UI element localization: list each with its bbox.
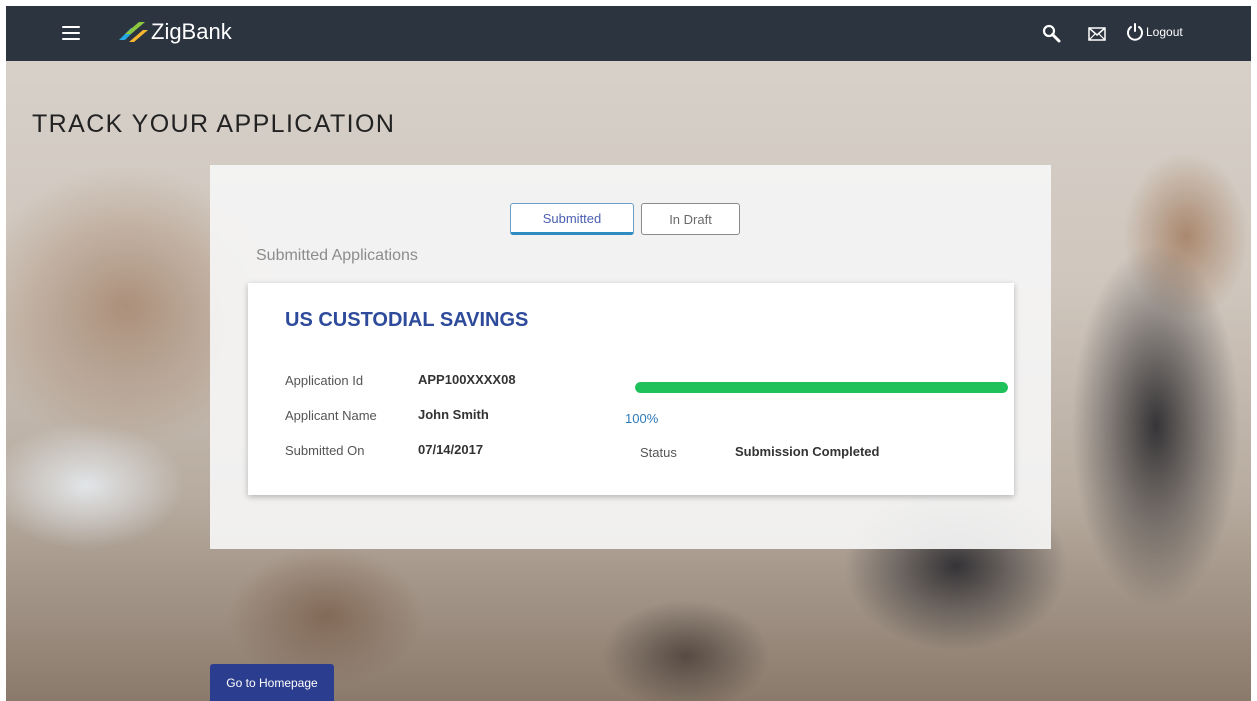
power-icon — [1127, 23, 1143, 41]
application-id-label: Application Id — [285, 373, 364, 388]
application-card[interactable]: US CUSTODIAL SAVINGS Application Id APP1… — [248, 283, 1014, 495]
application-title: US CUSTODIAL SAVINGS — [285, 309, 529, 331]
section-heading: Submitted Applications — [256, 247, 418, 264]
tab-in-draft[interactable]: In Draft — [641, 203, 740, 235]
page-title: TRACK YOUR APPLICATION — [32, 110, 396, 138]
applications-panel: Submitted In Draft Submitted Application… — [210, 165, 1051, 549]
application-id-value: APP100XXXX08 — [418, 372, 516, 387]
status-value: Submission Completed — [735, 444, 880, 459]
mail-icon[interactable] — [1088, 27, 1106, 41]
applicant-name-value: John Smith — [418, 407, 489, 422]
zigbank-logo-icon — [119, 22, 148, 42]
submitted-on-value: 07/14/2017 — [418, 442, 484, 457]
submitted-on-label: Submitted On — [285, 443, 365, 458]
go-to-homepage-button[interactable]: Go to Homepage — [210, 664, 334, 701]
progress-percentage: 100% — [625, 411, 659, 426]
logout-button[interactable]: Logout — [1126, 23, 1183, 41]
brand-logo[interactable]: ZigBank — [117, 19, 232, 45]
progress-bar — [635, 382, 1008, 393]
page-background: ZigBank Logout TRACK YOUR APPLICATION Su… — [6, 6, 1251, 701]
status-label: Status — [640, 445, 677, 460]
hamburger-menu-icon[interactable] — [62, 26, 80, 40]
tab-submitted[interactable]: Submitted — [510, 203, 634, 235]
top-navigation-bar: ZigBank Logout — [6, 6, 1251, 61]
progress-bar-fill — [635, 382, 1008, 393]
search-icon[interactable] — [1042, 24, 1062, 44]
logout-label: Logout — [1146, 25, 1183, 39]
brand-name: ZigBank — [151, 19, 232, 44]
applicant-name-label: Applicant Name — [285, 408, 377, 423]
